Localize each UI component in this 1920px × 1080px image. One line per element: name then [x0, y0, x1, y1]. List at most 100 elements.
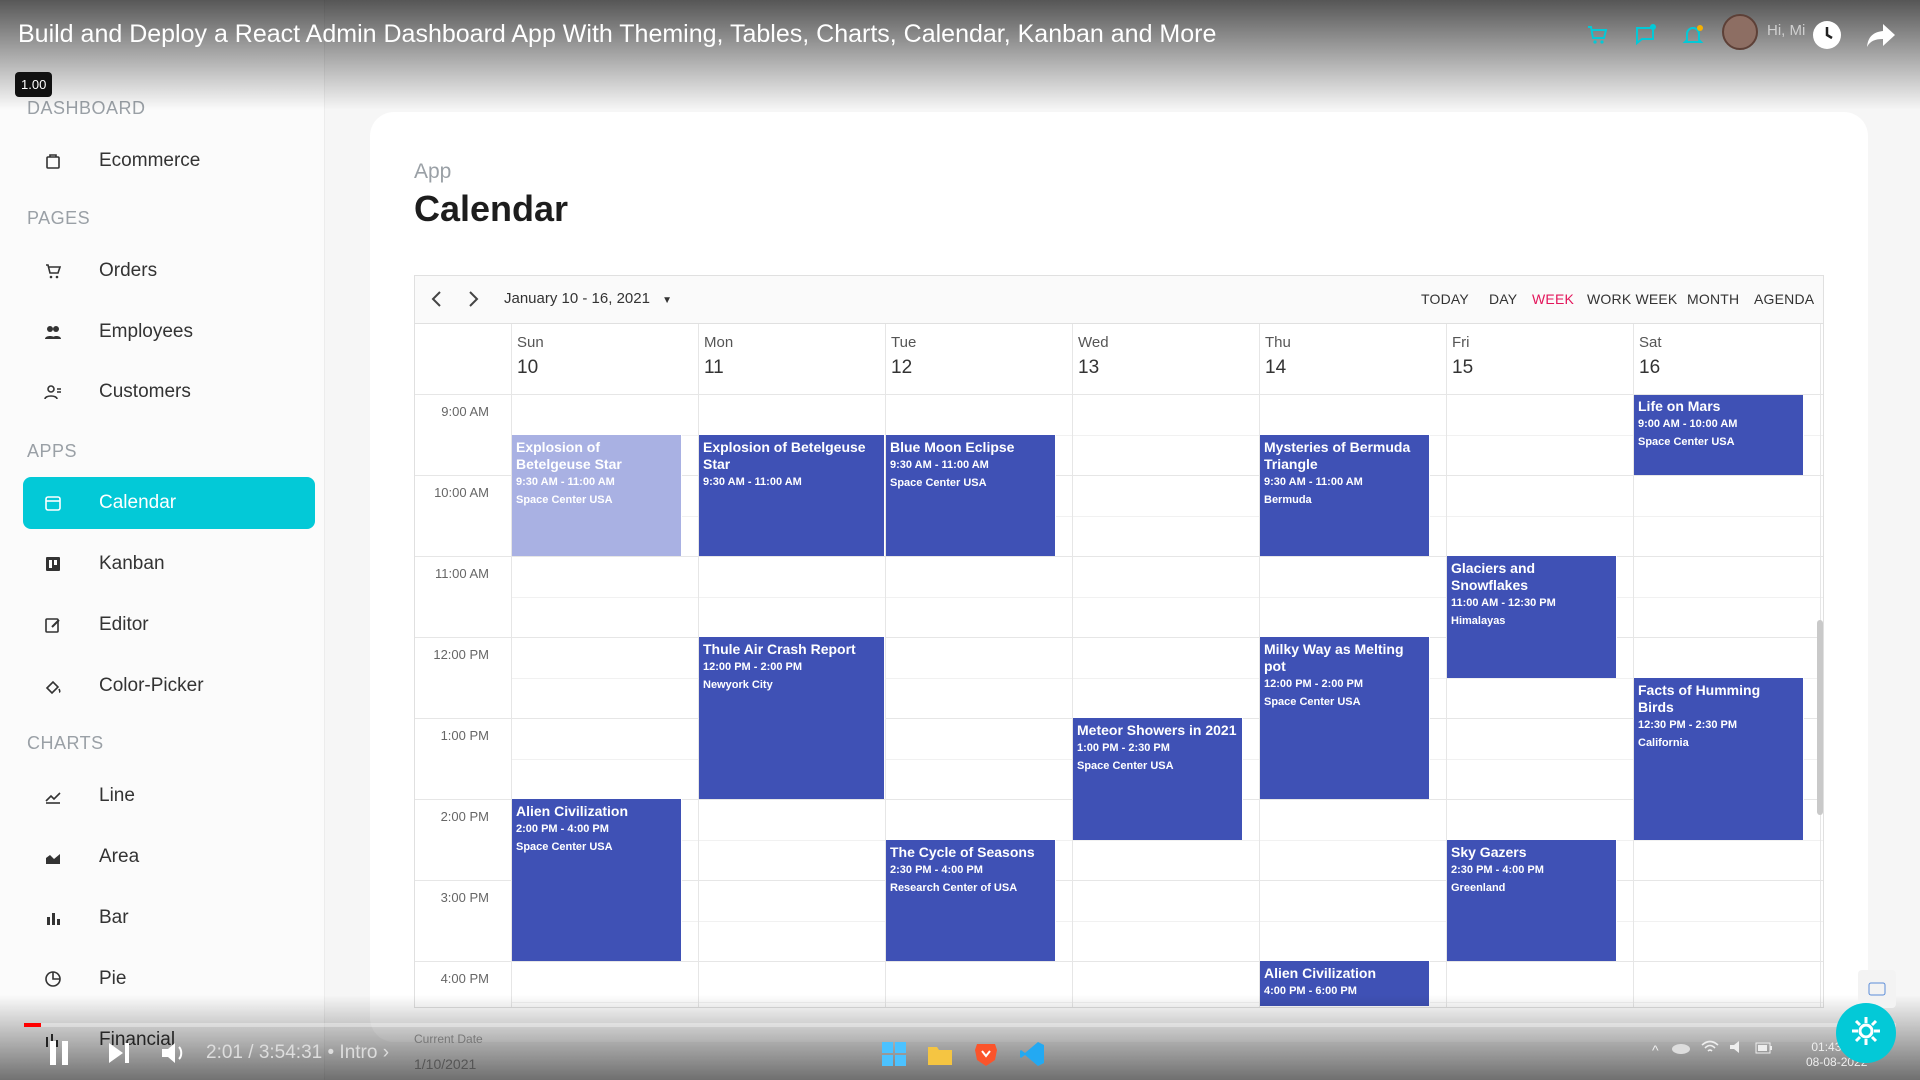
calendar-event[interactable]: Mysteries of Bermuda Triangle 9:30 AM - 1… [1259, 434, 1430, 556]
event-subject: Alien Civilization [1264, 965, 1377, 981]
shopping-bag-icon [41, 149, 65, 173]
view-week[interactable]: WEEK [1532, 291, 1574, 307]
avatar[interactable] [1722, 14, 1758, 50]
day-header-thu[interactable]: Thu 14 [1259, 334, 1446, 379]
calendar-event[interactable]: Blue Moon Eclipse 9:30 AM - 11:00 AM Space… [885, 434, 1056, 556]
event-location: Newyork City [703, 679, 773, 691]
event-time: 9:30 AM - 11:00 AM [516, 475, 615, 488]
cart-icon[interactable] [1580, 18, 1614, 52]
event-subject: Glaciers and Snowflakes [1451, 560, 1536, 593]
next-video-icon[interactable] [106, 1040, 132, 1066]
event-time: 12:00 PM - 2:00 PM [1264, 678, 1364, 690]
chat-icon[interactable] [1628, 18, 1662, 52]
calendar-event[interactable]: Explosion of Betelgeuse Star 9:30 AM - 11… [511, 434, 682, 556]
view-today[interactable]: TODAY [1421, 291, 1469, 307]
event-time: 9:30 AM - 11:00 AM [1264, 475, 1363, 488]
view-agenda[interactable]: AGENDA [1754, 291, 1814, 307]
event-time: 9:30 AM - 11:00 AM [703, 475, 802, 488]
half-hour-line [511, 839, 1823, 841]
sidebar-item-label: Area [99, 846, 140, 867]
onedrive-icon[interactable] [1669, 1040, 1691, 1059]
wifi-icon[interactable] [1701, 1040, 1719, 1059]
video-progress-bar[interactable] [24, 1023, 1896, 1027]
day-header-tue[interactable]: Tue 12 [885, 334, 1072, 379]
sidebar-item-employees[interactable]: Employees [23, 306, 315, 358]
user-greeting[interactable]: Hi, Mi [1767, 22, 1805, 39]
view-work-week[interactable]: WORK WEEK [1587, 291, 1677, 307]
event-subject: Explosion of Betelgeuse Star [703, 438, 866, 472]
sidebar-item-color-picker[interactable]: Color-Picker [23, 660, 315, 712]
date-range-picker[interactable]: January 10 - 16, 2021 ▼ [504, 290, 672, 307]
speaker-icon[interactable] [1729, 1040, 1745, 1059]
sidebar-item-bar[interactable]: Bar [23, 892, 315, 944]
event-subject: Mysteries of Bermuda Triangle [1264, 438, 1411, 472]
pause-icon[interactable] [44, 1038, 74, 1068]
event-subject: Life on Mars [1638, 398, 1721, 414]
event-location: Himalayas [1451, 615, 1506, 627]
calendar-event[interactable]: The Cycle of Seasons 2:30 PM - 4:00 PM Res… [885, 839, 1056, 961]
settings-button[interactable] [1836, 1003, 1896, 1063]
calendar-event[interactable]: Thule Air Crash Report 12:00 PM - 2:00 PM… [698, 637, 885, 799]
video-title[interactable]: Build and Deploy a React Admin Dashboard… [18, 20, 1216, 49]
sidebar-item-label: Color-Picker [99, 675, 204, 696]
day-header-sun[interactable]: Sun 10 [511, 334, 698, 379]
day-date: 15 [1452, 357, 1474, 378]
view-month[interactable]: MONTH [1687, 291, 1739, 307]
calendar-event[interactable]: Sky Gazers 2:30 PM - 4:00 PM Greenland [1446, 839, 1617, 961]
sidebar-item-label: Pie [99, 968, 127, 989]
notification-bell-icon[interactable] [1676, 18, 1710, 52]
event-location: Bermuda [1264, 493, 1312, 506]
event-subject: Facts of Humming Birds [1638, 681, 1761, 715]
brave-browser-icon[interactable] [972, 1040, 1000, 1068]
event-time: 11:00 AM - 12:30 PM [1451, 597, 1556, 609]
sidebar-item-ecommerce[interactable]: Ecommerce [23, 135, 315, 187]
watch-later-icon[interactable] [1810, 18, 1844, 52]
prev-icon[interactable] [429, 290, 445, 312]
calendar-event[interactable]: Alien Civilization 2:00 PM - 4:00 PM Space… [511, 799, 682, 961]
sidebar-item-kanban[interactable]: Kanban [23, 538, 315, 590]
video-progress-fill [24, 1023, 41, 1027]
video-top-shade [0, 0, 1920, 110]
day-name: Wed [1078, 334, 1109, 351]
windows-start-icon[interactable] [880, 1040, 908, 1068]
vscode-icon[interactable] [1018, 1040, 1046, 1068]
day-header-fri[interactable]: Fri 15 [1446, 334, 1633, 379]
time-label: 12:00 PM [433, 647, 489, 662]
hour-line [415, 961, 1823, 962]
day-header-wed[interactable]: Wed 13 [1072, 334, 1259, 379]
scrollbar[interactable] [1817, 620, 1823, 815]
sidebar-item-area[interactable]: Area [23, 831, 315, 883]
calendar-event[interactable]: Meteor Showers in 2021 1:00 PM - 2:30 PM S… [1072, 718, 1243, 840]
column-divider [698, 324, 699, 1007]
sidebar-item-calendar[interactable]: Calendar [23, 477, 315, 529]
sidebar-item-customers[interactable]: Customers [23, 366, 315, 418]
day-name: Mon [704, 334, 734, 351]
share-icon[interactable] [1864, 18, 1898, 52]
calendar-event[interactable]: Facts of Humming Birds 12:30 PM - 2:30 PM… [1633, 677, 1804, 840]
chapter-label[interactable]: • Intro › [328, 1042, 390, 1063]
tray-chevron-icon[interactable]: ^ [1652, 1042, 1659, 1058]
event-subject: Sky Gazers [1451, 843, 1527, 860]
calendar-event[interactable]: Glaciers and Snowflakes 11:00 AM - 12:30 … [1446, 556, 1617, 678]
sidebar-item-label: Editor [99, 614, 149, 635]
sidebar-item-label: Orders [99, 260, 158, 281]
sidebar-item-line[interactable]: Line [23, 770, 315, 822]
battery-icon[interactable] [1755, 1041, 1773, 1059]
volume-icon[interactable] [160, 1040, 188, 1066]
view-day[interactable]: DAY [1489, 291, 1517, 307]
event-subject: The Cycle of Seasons [890, 843, 1035, 860]
next-icon[interactable] [465, 290, 481, 312]
sidebar-item-orders[interactable]: Orders [23, 245, 315, 297]
day-header-mon[interactable]: Mon 11 [698, 334, 885, 379]
day-date: 11 [704, 357, 724, 378]
file-explorer-icon[interactable] [926, 1040, 954, 1068]
calendar-event[interactable]: Life on Mars 9:00 AM - 10:00 AM Space Cent… [1633, 394, 1804, 475]
customers-icon [41, 380, 65, 404]
half-hour-line [511, 596, 1823, 598]
day-name: Tue [891, 334, 917, 351]
sidebar-item-editor[interactable]: Editor [23, 599, 315, 651]
calendar-event[interactable]: Explosion of Betelgeuse Star 9:30 AM - 11… [698, 434, 885, 556]
day-header-sat[interactable]: Sat 16 [1633, 334, 1820, 379]
calendar-event[interactable]: Milky Way as Melting pot 12:00 PM - 2:00 … [1259, 637, 1430, 799]
sidebar-item-label: Customers [99, 381, 191, 402]
